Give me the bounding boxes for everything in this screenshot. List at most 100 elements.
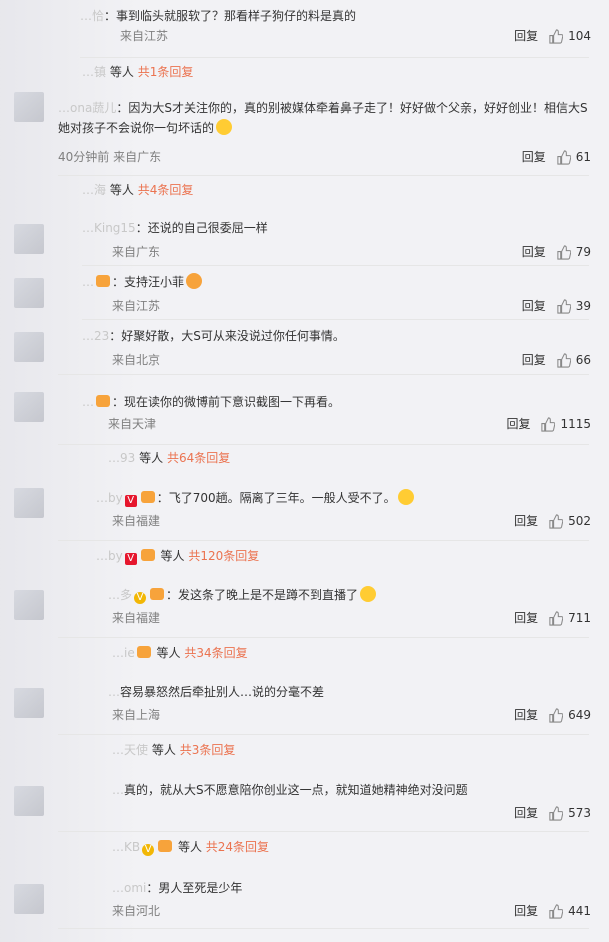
comment-username[interactable]: …多 <box>108 588 132 602</box>
like-button[interactable]: 573 <box>548 804 591 822</box>
comment-text: …omi：男人至死是少年 <box>112 881 243 895</box>
reply-count-link[interactable]: 共120条回复 <box>188 549 259 563</box>
comment-username[interactable]: … <box>112 783 124 797</box>
summary-suffix: 等人 <box>151 743 176 757</box>
reply-count-link[interactable]: 共64条回复 <box>167 451 230 465</box>
reply-summary-text: …天使 等人 共3条回复 <box>112 740 235 760</box>
reply-count-link[interactable]: 共4条回复 <box>138 183 194 197</box>
like-count: 573 <box>568 806 591 820</box>
comment-username[interactable]: …omi <box>112 881 146 895</box>
comment-text: …多 V ：发这条了晚上是不是蹲不到直播了 <box>108 585 589 605</box>
like-button[interactable]: 649 <box>548 706 591 724</box>
like-button[interactable]: 39 <box>556 297 591 315</box>
comment-body: 现在读你的微博前下意识截图一下再看。 <box>124 395 341 409</box>
comment-username[interactable]: … <box>82 395 94 409</box>
comment-actions: 回复 79 <box>522 243 591 261</box>
reply-button[interactable]: 回复 <box>514 609 538 627</box>
comment-meta: 来自北京 <box>112 353 161 367</box>
thumb-up-icon <box>557 244 571 260</box>
reply-count-link[interactable]: 共34条回复 <box>184 646 247 660</box>
like-count: 649 <box>568 708 591 722</box>
reply-summary: …KB V 等人 共24条回复 <box>0 829 609 859</box>
verified-v-icon: V <box>124 495 137 507</box>
summary-username[interactable]: …by <box>96 549 123 563</box>
reply-summary: …ie 等人 共34条回复 <box>0 635 609 665</box>
reply-button[interactable]: 回复 <box>514 902 538 920</box>
summary-username[interactable]: …KB <box>112 840 140 854</box>
comment-username[interactable]: … <box>82 275 94 289</box>
reply-button[interactable]: 回复 <box>506 415 530 433</box>
reply-button[interactable]: 回复 <box>514 512 538 530</box>
summary-username[interactable]: …93 <box>108 451 135 465</box>
comment-text: … ：支持汪小菲 <box>82 272 589 292</box>
comment-username[interactable]: …King15 <box>82 221 136 235</box>
like-button[interactable]: 61 <box>556 148 591 166</box>
reply-button[interactable]: 回复 <box>522 351 546 369</box>
like-button[interactable]: 79 <box>556 243 591 261</box>
reply-summary-text: …镇 等人 共1条回复 <box>82 62 193 82</box>
like-button[interactable]: 66 <box>556 351 591 369</box>
divider <box>82 319 589 320</box>
reply-button[interactable]: 回复 <box>522 297 546 315</box>
comment-body: 好聚好散，大S可从来没说过你任何事情。 <box>121 329 345 343</box>
reply-button[interactable]: 回复 <box>514 706 538 724</box>
comment-item: …omi：男人至死是少年 来自河北 回复 441 <box>0 878 609 926</box>
comment-body: 事到临头就服软了？那看样子狗仔的料是真的 <box>116 9 357 23</box>
like-button[interactable]: 502 <box>548 512 591 530</box>
verified-v-icon: V <box>124 553 137 565</box>
grin-emoji-icon <box>397 489 414 505</box>
like-count: 1115 <box>560 417 591 431</box>
comment-body: 真的，就从大S不愿意陪你创业这一点，就知道她精神绝对没问题 <box>124 783 468 797</box>
comment-item: …King15：还说的自己很委屈一样 来自广东 回复 79 <box>0 218 609 266</box>
comment-actions: 回复 1115 <box>506 415 591 433</box>
divider <box>82 265 589 266</box>
reply-count-link[interactable]: 共1条回复 <box>138 65 194 79</box>
summary-suffix: 等人 <box>177 840 202 854</box>
comment-body: 容易暴怒然后牵扯别人…说的分毫不差 <box>120 685 325 699</box>
divider <box>58 175 589 176</box>
like-button[interactable]: 711 <box>548 609 591 627</box>
like-button[interactable]: 104 <box>548 27 591 45</box>
comment-actions: 回复 573 <box>514 804 591 822</box>
comment-item: … ：支持汪小菲 来自江苏 回复 39 <box>0 272 609 320</box>
comment-item: …容易暴怒然后牵扯别人…说的分毫不差 来自上海 回复 649 <box>0 682 609 730</box>
reply-summary: …海 等人 共4条回复 <box>0 172 609 202</box>
comment-meta: 来自江苏 <box>112 299 161 313</box>
summary-username[interactable]: …镇 <box>82 65 106 79</box>
comment-text: …容易暴怒然后牵扯别人…说的分毫不差 <box>108 682 589 702</box>
thumb-up-icon <box>549 805 564 821</box>
like-button[interactable]: 1115 <box>540 415 591 433</box>
reply-button[interactable]: 回复 <box>522 243 546 261</box>
summary-username[interactable]: …天使 <box>112 743 148 757</box>
comment-meta: 来自上海 <box>112 708 161 722</box>
like-count: 61 <box>575 150 591 164</box>
summary-suffix: 等人 <box>109 183 134 197</box>
reply-summary: …93 等人 共64条回复 <box>0 442 609 472</box>
comment-item: …23：好聚好散，大S可从来没说过你任何事情。 来自北京 回复 66 <box>0 326 609 374</box>
reply-summary-text: …ie 等人 共34条回复 <box>112 643 248 663</box>
reply-summary-text: …93 等人 共64条回复 <box>108 448 230 468</box>
comment-item: …恰：事到临头就服软了？那看样子狗仔的料是真的 来自江苏 回复 104 <box>0 0 609 54</box>
comment-username[interactable]: …by <box>96 491 123 505</box>
verified-v-icon: V <box>142 844 155 856</box>
reply-count-link[interactable]: 共24条回复 <box>206 840 269 854</box>
thumb-up-icon <box>549 513 564 529</box>
like-count: 39 <box>575 299 591 313</box>
reply-button[interactable]: 回复 <box>522 148 546 166</box>
reply-count-link[interactable]: 共3条回复 <box>180 743 236 757</box>
reply-button[interactable]: 回复 <box>514 804 538 822</box>
comment-item: …ona蔬儿：因为大S才关注你的，真的别被媒体牵着鼻子走了！好好做个父亲，好好创… <box>0 98 609 176</box>
summary-username[interactable]: …海 <box>82 183 106 197</box>
reply-summary: …镇 等人 共1条回复 <box>0 54 609 84</box>
divider <box>58 540 589 541</box>
summary-suffix: 等人 <box>156 646 181 660</box>
comment-username[interactable]: … <box>108 685 120 699</box>
comment-username[interactable]: …23 <box>82 329 109 343</box>
summary-username[interactable]: …ie <box>112 646 135 660</box>
dog-emoji-icon <box>360 586 377 602</box>
like-button[interactable]: 441 <box>548 902 591 920</box>
comment-username[interactable]: …ona蔬儿 <box>58 101 116 115</box>
reply-button[interactable]: 回复 <box>514 27 538 45</box>
comment-actions: 回复 649 <box>514 706 591 724</box>
comment-username[interactable]: …恰 <box>80 9 104 23</box>
